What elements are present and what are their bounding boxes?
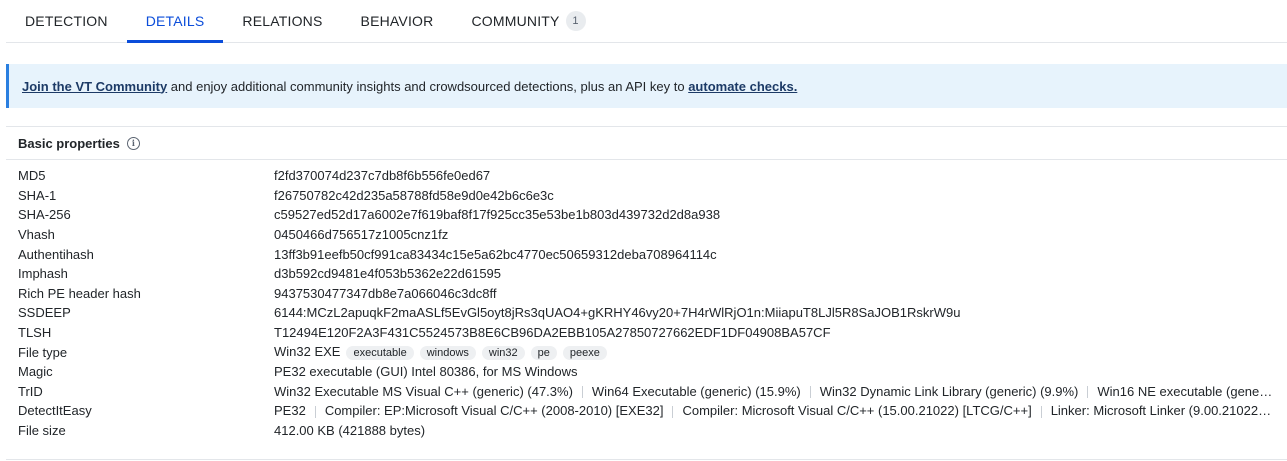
property-label: Imphash bbox=[18, 266, 68, 282]
trid-entry: Win32 Dynamic Link Library (generic) (9.… bbox=[819, 383, 1079, 399]
property-label: Authentihash bbox=[18, 246, 94, 262]
trid-entry: Win64 Executable (generic) (15.9%) bbox=[591, 383, 801, 399]
section-title: Basic properties bbox=[18, 135, 120, 151]
property-row-imphash: Imphash d3b592cd9481e4f053b5362e22d61595 bbox=[6, 264, 1287, 284]
property-value: d3b592cd9481e4f053b5362e22d61595 bbox=[274, 266, 502, 282]
separator bbox=[581, 386, 583, 399]
community-count-badge: 1 bbox=[565, 11, 586, 31]
info-icon[interactable]: i bbox=[126, 136, 140, 150]
property-row-md5: MD5 f2fd370074d237c7db8f6b556fe0ed67 bbox=[6, 166, 1287, 186]
tab-label: RELATIONS bbox=[242, 13, 323, 29]
property-label: SSDEEP bbox=[18, 305, 71, 321]
property-row-vhash: Vhash 0450466d756517z1005cnz1fz bbox=[6, 225, 1287, 245]
property-value: Win32 Executable MS Visual C++ (generic)… bbox=[274, 384, 1287, 399]
property-label: Rich PE header hash bbox=[18, 285, 141, 301]
basic-properties-card: Basic properties i MD5 f2fd370074d237c7db… bbox=[6, 126, 1287, 460]
property-row-sha256: SHA-256 c59527ed52d17a6002e7f619baf8f17f9… bbox=[6, 205, 1287, 225]
tab-label: BEHAVIOR bbox=[360, 13, 434, 29]
property-value: c59527ed52d17a6002e7f619baf8f17f925cc35e… bbox=[274, 207, 721, 223]
tab-community[interactable]: COMMUNITY 1 bbox=[452, 0, 604, 42]
separator bbox=[809, 386, 811, 399]
property-row-trid: TrID Win32 Executable MS Visual C++ (gen… bbox=[6, 382, 1287, 402]
property-value: f26750782c42d235a58788fd58e9d0e42b6c6e3c bbox=[274, 187, 554, 203]
property-row-rich-pe: Rich PE header hash 9437530477347db8e7a06… bbox=[6, 284, 1287, 304]
property-value: 412.00 KB (421888 bytes) bbox=[274, 423, 426, 439]
property-value: 6144:MCzL2apuqkF2maASLf5EvGl5oyt8jRs3qUA… bbox=[274, 305, 961, 321]
die-entry: Compiler: EP:Microsoft Visual C/C++ (200… bbox=[324, 403, 664, 419]
tab-bar: DETECTION DETAILS RELATIONS BEHAVIOR COM… bbox=[6, 0, 1287, 43]
property-row-ssdeep: SSDEEP 6144:MCzL2apuqkF2maASLf5EvGl5oyt8j… bbox=[6, 303, 1287, 323]
property-row-file-size: File size 412.00 KB (421888 bytes) bbox=[6, 421, 1287, 441]
tag-chip[interactable]: peexe bbox=[562, 345, 607, 360]
tag-chip[interactable]: windows bbox=[419, 345, 476, 360]
property-value: PE32 executable (GUI) Intel 80386, for M… bbox=[274, 364, 578, 380]
property-row-sha1: SHA-1 f26750782c42d235a58788fd58e9d0e42b6… bbox=[6, 186, 1287, 206]
trid-entry: Win32 Executable MS Visual C++ (generic)… bbox=[274, 383, 573, 399]
property-value: 0450466d756517z1005cnz1fz bbox=[274, 227, 449, 243]
property-label: File size bbox=[18, 423, 66, 439]
tab-relations[interactable]: RELATIONS bbox=[223, 0, 341, 42]
separator bbox=[1040, 405, 1042, 418]
tab-behavior[interactable]: BEHAVIOR bbox=[342, 0, 453, 42]
property-label: DetectItEasy bbox=[18, 403, 92, 419]
tab-detection[interactable]: DETECTION bbox=[6, 0, 127, 42]
tab-label: DETAILS bbox=[145, 13, 205, 29]
separator bbox=[314, 405, 316, 418]
property-label: MD5 bbox=[18, 168, 46, 184]
separator bbox=[672, 405, 674, 418]
tag-chip[interactable]: executable bbox=[346, 345, 414, 360]
property-label: TLSH bbox=[18, 325, 52, 341]
property-label: File type bbox=[18, 344, 68, 360]
die-entry: Linker: Microsoft Linker (9.00.21022) [G… bbox=[1050, 403, 1287, 419]
community-banner: Join the VT Community and enjoy addition… bbox=[6, 64, 1287, 108]
property-row-detectiteasy: DetectItEasy PE32 Compiler: EP:Microsoft … bbox=[6, 401, 1287, 421]
property-label: SHA-1 bbox=[18, 187, 57, 203]
property-label: Vhash bbox=[18, 227, 55, 243]
tab-details[interactable]: DETAILS bbox=[126, 0, 224, 43]
property-value: T12494E120F2A3F431C5524573B8E6CB96DA2EBB… bbox=[274, 325, 831, 341]
tag-chip[interactable]: win32 bbox=[481, 345, 525, 360]
die-entry: Compiler: Microsoft Visual C/C++ (15.00.… bbox=[682, 403, 1032, 419]
property-value: Win32 EXE executable windows win32 pe peexe bbox=[274, 344, 1287, 360]
file-type-value: Win32 EXE bbox=[274, 344, 341, 360]
join-community-link[interactable]: Join the VT Community bbox=[22, 79, 167, 94]
banner-text: and enjoy additional community insights … bbox=[167, 78, 689, 94]
property-row-magic: Magic PE32 executable (GUI) Intel 80386, … bbox=[6, 362, 1287, 382]
property-value: 9437530477347db8e7a066046c3dc8ff bbox=[274, 285, 497, 301]
property-value: 13ff3b91eefb50cf991ca83434c15e5a62bc4770… bbox=[274, 246, 717, 262]
tab-label: COMMUNITY bbox=[471, 13, 560, 29]
property-label: SHA-256 bbox=[18, 207, 71, 223]
automate-checks-link[interactable]: automate checks. bbox=[688, 79, 797, 94]
tab-label: DETECTION bbox=[25, 13, 108, 29]
die-entry: PE32 bbox=[274, 403, 306, 419]
section-header: Basic properties i bbox=[6, 127, 1287, 160]
property-label: TrID bbox=[18, 383, 43, 399]
property-row-authentihash: Authentihash 13ff3b91eefb50cf991ca83434c1… bbox=[6, 244, 1287, 264]
tag-chip[interactable]: pe bbox=[530, 345, 557, 360]
property-value: f2fd370074d237c7db8f6b556fe0ed67 bbox=[274, 168, 491, 184]
property-value: PE32 Compiler: EP:Microsoft Visual C/C++ … bbox=[274, 403, 1287, 418]
trid-entry: Win16 NE executable (generic) (7.6%) bbox=[1097, 383, 1287, 399]
property-row-tlsh: TLSH T12494E120F2A3F431C5524573B8E6CB96DA… bbox=[6, 323, 1287, 343]
property-row-file-type: File type Win32 EXE executable windows win3… bbox=[6, 342, 1287, 362]
separator bbox=[1087, 386, 1089, 399]
property-label: Magic bbox=[18, 364, 53, 380]
